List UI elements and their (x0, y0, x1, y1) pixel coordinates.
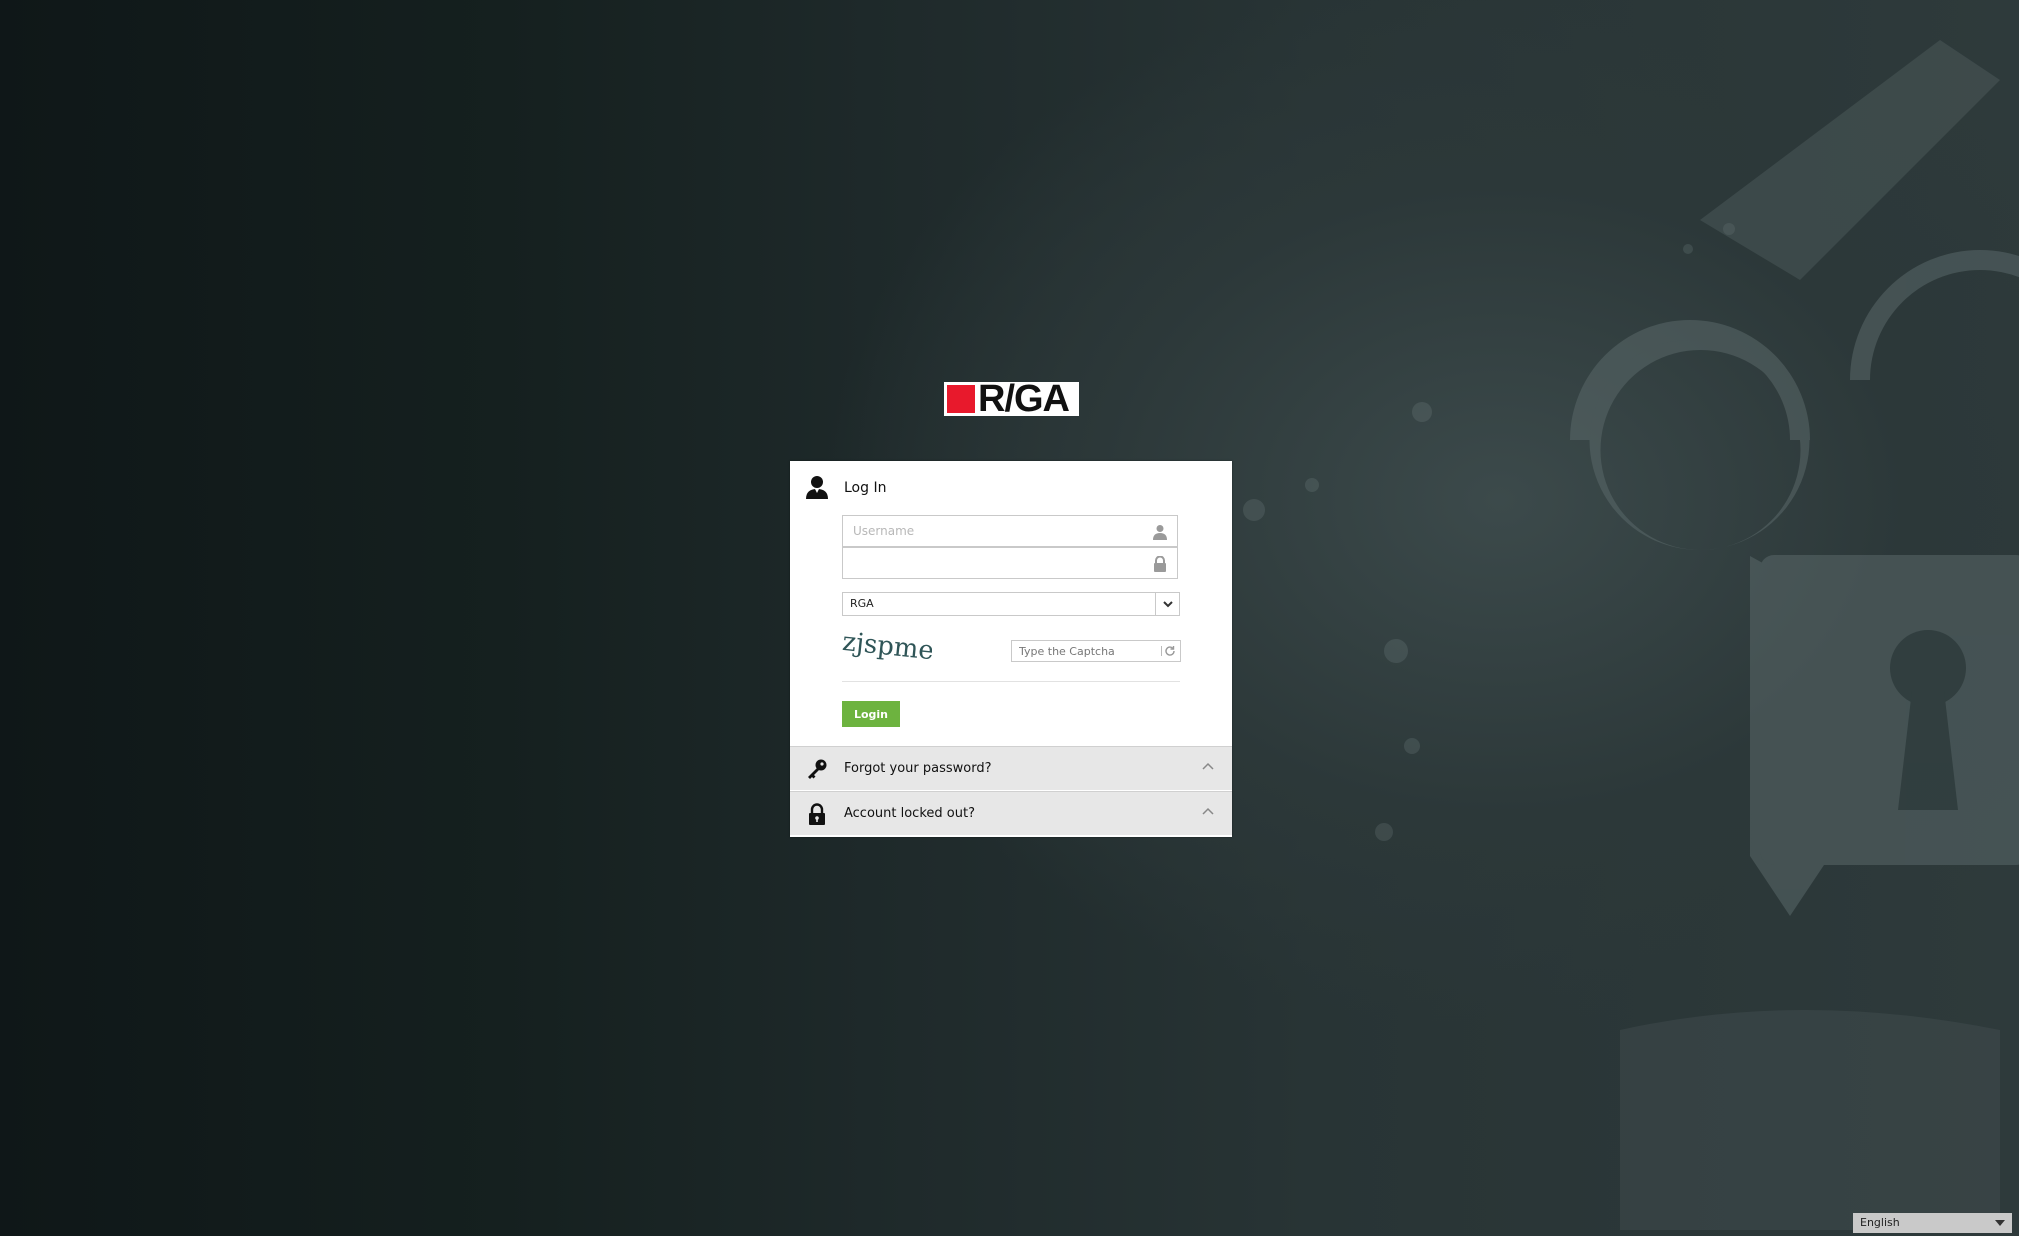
form-divider (842, 681, 1180, 682)
logo-text: R/GA (978, 378, 1070, 420)
forgot-password-label: Forgot your password? (844, 761, 992, 776)
captcha-field[interactable] (1011, 640, 1181, 662)
language-selected-value: English (1860, 1216, 1900, 1229)
chevron-down-icon[interactable] (1155, 593, 1179, 615)
password-field[interactable] (842, 547, 1178, 579)
padlock-icon (809, 803, 825, 825)
captcha-separator (1161, 646, 1162, 656)
forgot-password-section[interactable]: Forgot your password? (790, 746, 1232, 790)
captcha-image: zjspme (842, 628, 932, 666)
username-field[interactable] (842, 515, 1178, 547)
user-icon (806, 476, 828, 499)
key-icon (808, 759, 827, 779)
caret-down-icon[interactable] (1995, 1220, 2005, 1226)
refresh-icon[interactable] (1164, 645, 1176, 657)
logo-square (947, 385, 975, 413)
login-section: Log In RGA zjspme (790, 461, 1232, 746)
account-locked-section[interactable]: Account locked out? (790, 791, 1232, 835)
user-icon (1153, 525, 1167, 540)
login-button[interactable]: Login (842, 701, 900, 727)
domain-select[interactable]: RGA (842, 592, 1180, 616)
username-input[interactable] (853, 516, 1143, 546)
chevron-up-icon[interactable] (1202, 761, 1214, 771)
captcha-input[interactable] (1019, 641, 1149, 661)
rga-logo: R/GA (944, 378, 1079, 420)
svg-text:zjspme: zjspme (842, 628, 932, 666)
login-title: Log In (844, 480, 887, 496)
account-locked-label: Account locked out? (844, 806, 975, 821)
lock-icon (1154, 556, 1166, 572)
chevron-up-icon[interactable] (1202, 806, 1214, 816)
login-panel: Log In RGA zjspme (790, 461, 1232, 837)
domain-selected-value: RGA (850, 597, 874, 610)
password-input[interactable] (853, 548, 1143, 578)
language-select[interactable]: English (1853, 1213, 2012, 1233)
